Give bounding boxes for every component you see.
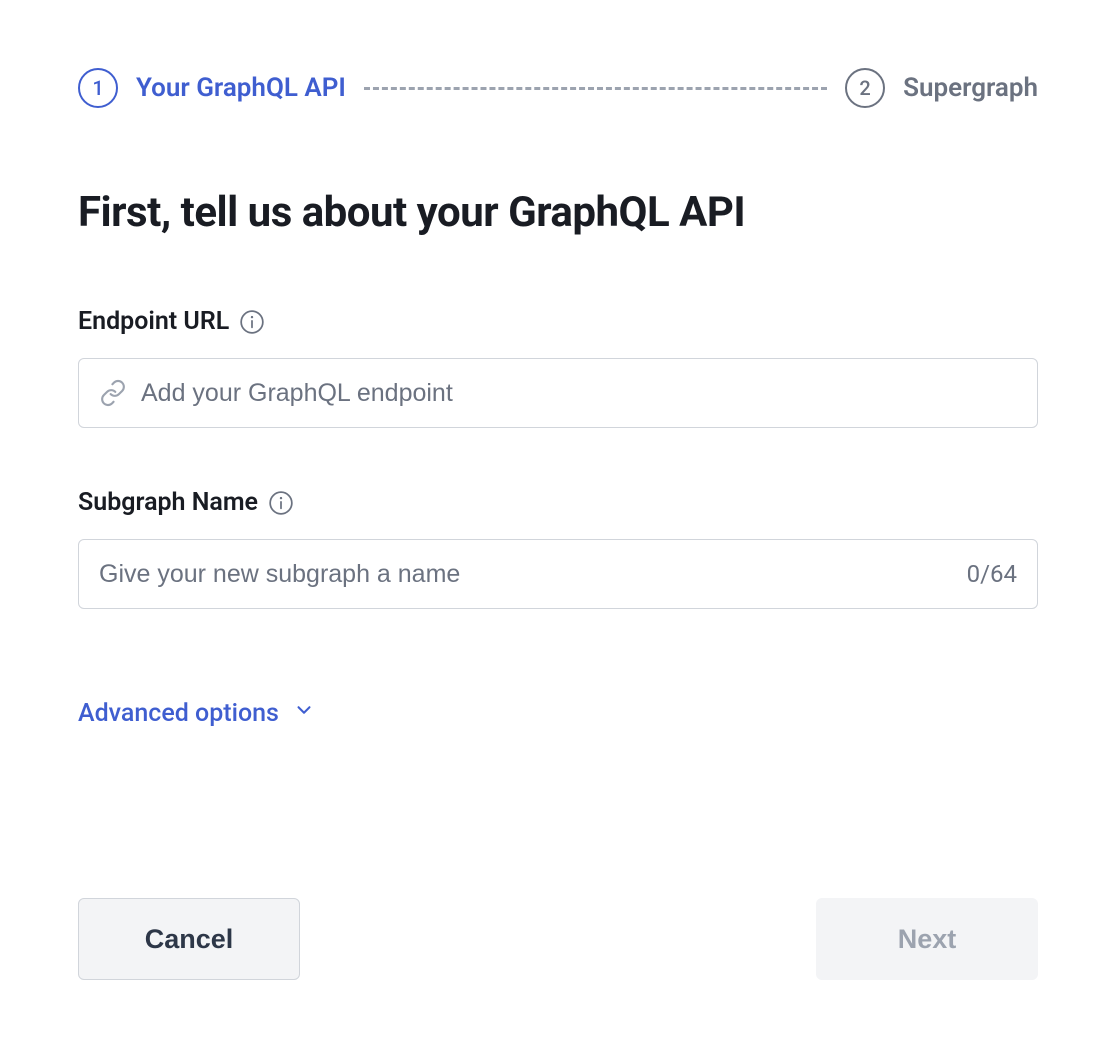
info-icon[interactable] xyxy=(268,490,294,516)
step-2[interactable]: 2 Supergraph xyxy=(845,68,1038,108)
link-icon xyxy=(99,379,127,407)
endpoint-url-label-row: Endpoint URL xyxy=(78,307,1038,336)
subgraph-name-label-row: Subgraph Name xyxy=(78,488,1038,517)
footer: Cancel Next xyxy=(78,898,1038,980)
subgraph-name-input-wrap[interactable]: 0/64 xyxy=(78,539,1038,609)
subgraph-name-input[interactable] xyxy=(99,540,955,608)
page-heading: First, tell us about your GraphQL API xyxy=(78,188,1038,237)
subgraph-name-group: Subgraph Name 0/64 xyxy=(78,488,1038,609)
advanced-options-toggle[interactable]: Advanced options xyxy=(78,699,315,728)
stepper: 1 Your GraphQL API 2 Supergraph xyxy=(78,68,1038,108)
endpoint-url-input[interactable] xyxy=(141,359,1017,427)
step-connector xyxy=(364,87,827,90)
endpoint-url-label: Endpoint URL xyxy=(78,307,229,336)
endpoint-url-group: Endpoint URL xyxy=(78,307,1038,428)
step-1[interactable]: 1 Your GraphQL API xyxy=(78,68,346,108)
next-button[interactable]: Next xyxy=(816,898,1038,980)
step-1-label: Your GraphQL API xyxy=(136,73,346,103)
step-2-label: Supergraph xyxy=(903,73,1038,103)
char-counter: 0/64 xyxy=(955,560,1017,588)
info-icon[interactable] xyxy=(239,309,265,335)
chevron-down-icon xyxy=(293,699,315,728)
endpoint-url-input-wrap[interactable] xyxy=(78,358,1038,428)
subgraph-name-label: Subgraph Name xyxy=(78,488,258,517)
cancel-button[interactable]: Cancel xyxy=(78,898,300,980)
advanced-options-label: Advanced options xyxy=(78,699,279,728)
step-2-number: 2 xyxy=(845,68,885,108)
step-1-number: 1 xyxy=(78,68,118,108)
